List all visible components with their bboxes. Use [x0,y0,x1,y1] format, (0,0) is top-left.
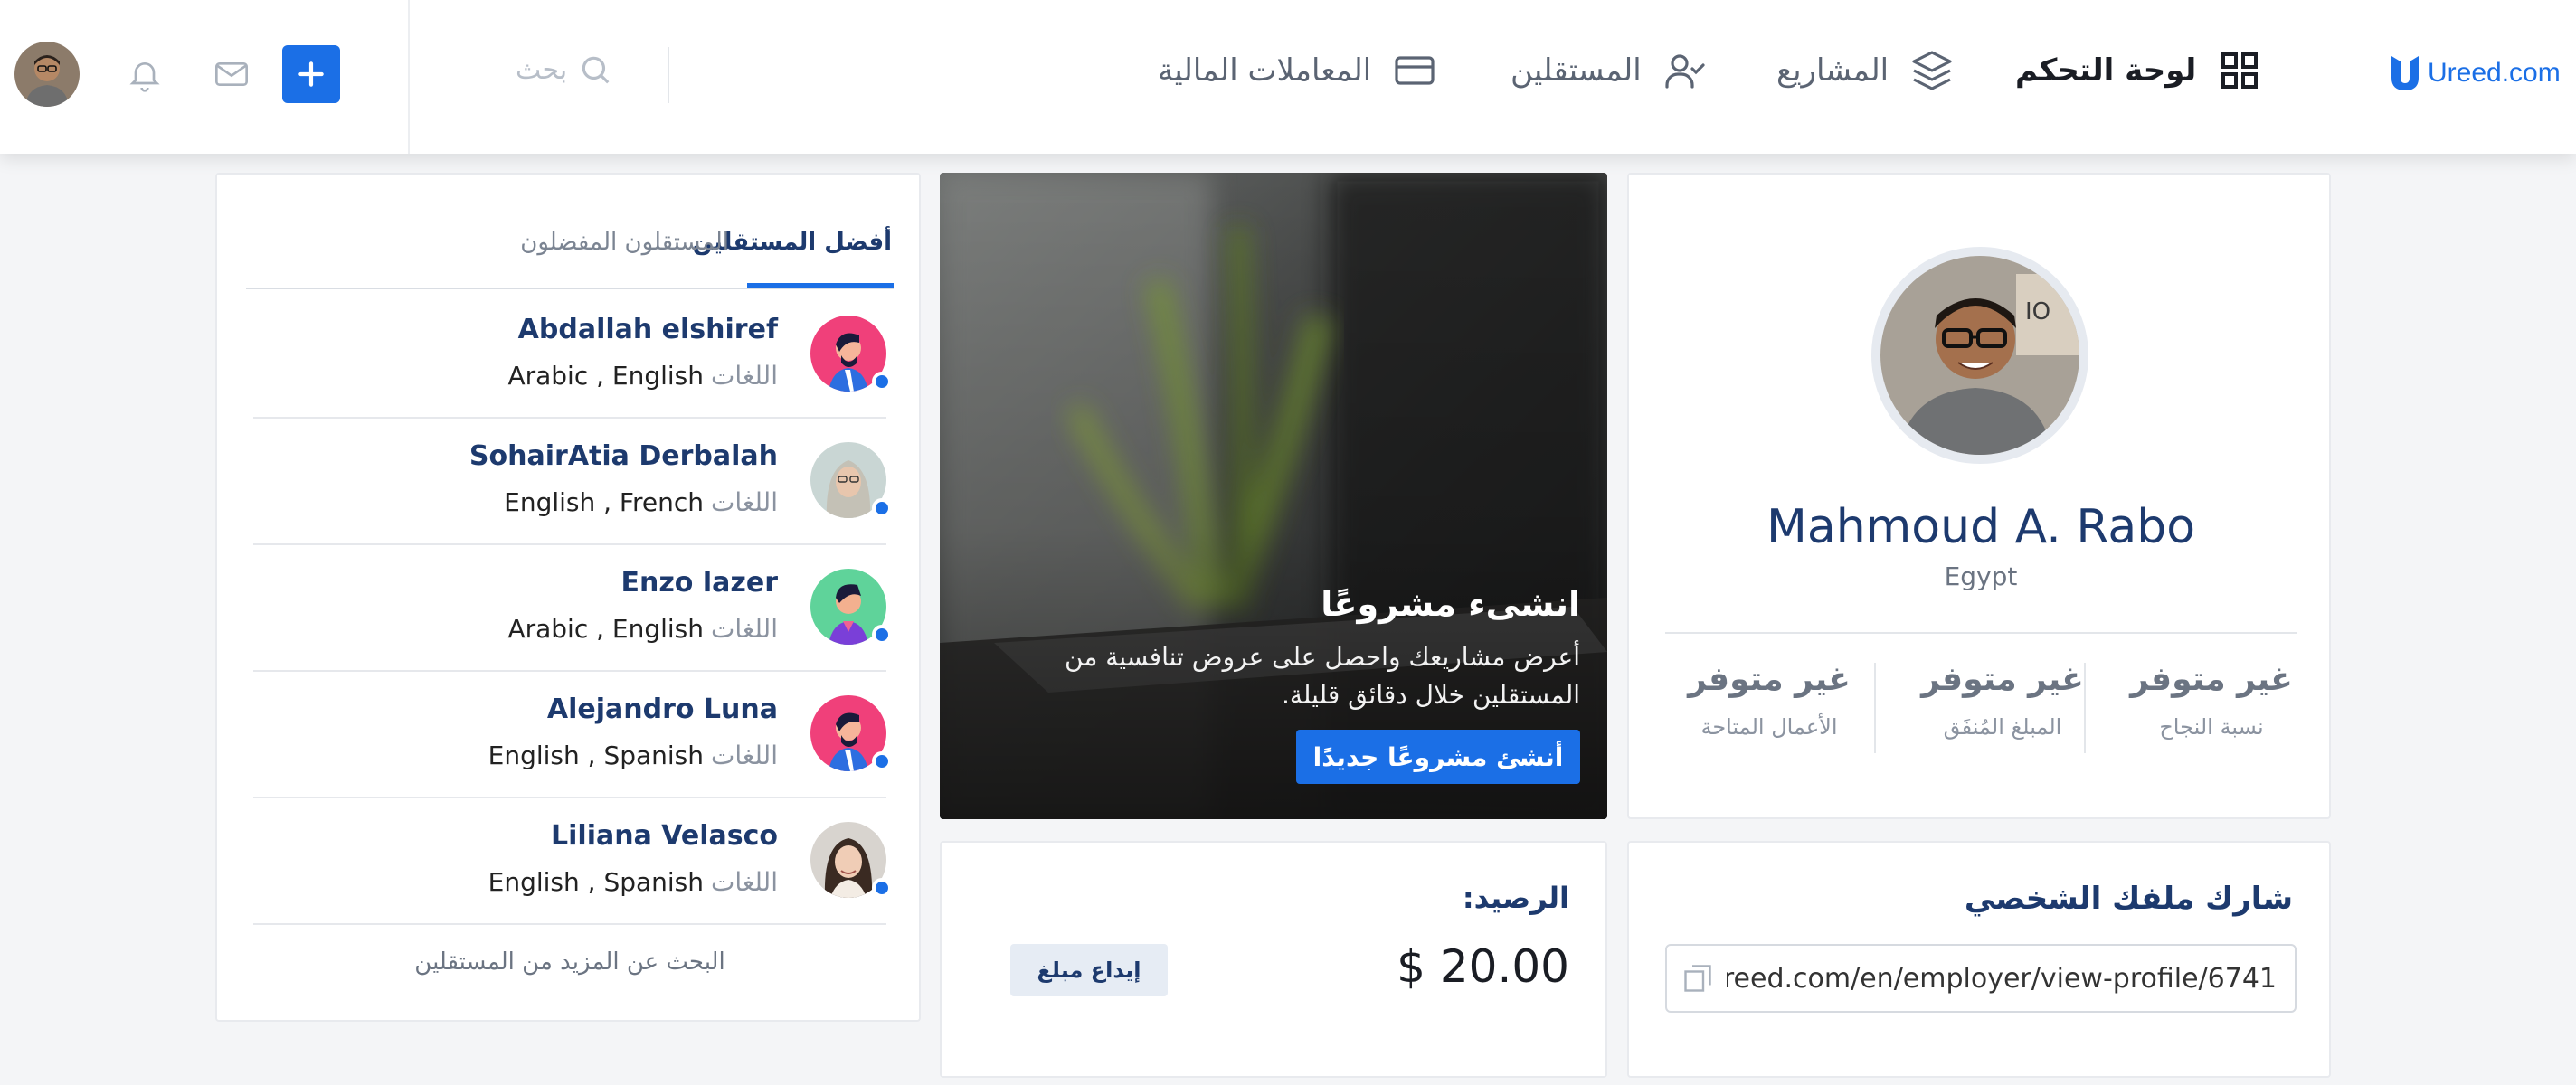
svg-text:IO: IO [2025,298,2050,326]
nav-dashboard-label: لوحة التحكم [2015,52,2197,89]
profile-name: Mahmoud A. Rabo [1766,500,2196,554]
freelancer-name[interactable]: Abdallah elshiref [518,314,778,345]
freelancer-row[interactable]: SohairAtia Derbalah English , French الل… [253,419,892,545]
balance-amount: $ 20.00 [1397,940,1569,993]
online-status-dot [872,372,892,392]
user-avatar-image [14,42,80,107]
add-new-button[interactable] [282,45,340,103]
online-status-dot [872,751,892,771]
languages-label: اللغات [711,741,778,770]
deposit-button[interactable]: إيداع مبلغ [1010,944,1168,996]
stat-divider [1874,663,1876,753]
nav-divider [668,47,669,103]
share-profile-card: شارك ملفك الشخصي https://ureed.com/en/em… [1627,841,2331,1078]
credit-card-icon [1395,56,1435,85]
stat-success-rate-value: غير متوفر [2130,661,2293,698]
stat-success-rate: غير متوفر نسبة النجاح [2107,661,2316,740]
balance-title: الرصيد: [1462,881,1569,915]
share-profile-title: شارك ملفك الشخصي [1964,881,2293,917]
freelancer-name[interactable]: Alejandro Luna [547,693,778,725]
nav-dashboard[interactable]: لوحة التحكم [2015,49,2261,92]
brand-logo[interactable]: Ureed.com [2388,52,2561,94]
nav-transactions[interactable]: المعاملات المالية [1158,49,1436,92]
freelancer-row[interactable]: Enzo lazer Arabic , English اللغات [253,545,892,672]
freelancers-card: أفضل المستقلين المستقلون المفضلون Abdall… [215,173,921,1022]
freelancer-languages: Arabic , English اللغات [507,614,778,644]
online-status-dot [872,878,892,898]
copy-icon[interactable] [1681,962,1714,995]
nav-transactions-label: المعاملات المالية [1158,52,1372,89]
freelancer-name[interactable]: SohairAtia Derbalah [469,440,778,472]
profile-country: Egypt [1944,561,2018,591]
profile-url-value: https://ureed.com/en/employer/view-profi… [1727,962,2277,995]
banner-description: أعرض مشاريعك واحصل على عروض تنافسية من ا… [1065,642,1580,710]
search-icon [582,56,610,84]
profile-card: IO Mahmoud A. Rabo Egypt غير متوفر نسبة … [1627,173,2331,819]
nav-projects[interactable]: المشاريع [1776,49,1954,92]
tab-favorite-freelancers[interactable]: المستقلون المفضلون [520,229,729,256]
banner-background-image [940,173,1607,819]
profile-photo: IO [1880,256,2079,455]
find-more-freelancers-link[interactable]: البحث عن المزيد من المستقلين [217,948,923,976]
user-check-icon [1665,54,1705,89]
nav-projects-label: المشاريع [1776,52,1889,89]
user-avatar[interactable] [14,42,80,107]
languages-value: English , Spanish [488,741,705,770]
languages-label: اللغات [711,361,778,391]
search-input[interactable]: بحث [516,52,612,87]
languages-label: اللغات [711,487,778,517]
ureed-logo-icon [2391,56,2419,90]
languages-value: Arabic , English [507,614,705,644]
freelancer-row[interactable]: Alejandro Luna English , Spanish اللغات [253,672,892,798]
freelancer-languages: English , Spanish اللغات [488,867,778,897]
stat-amount-spent-value: غير متوفر [1921,661,2084,698]
stat-success-rate-label: نسبة النجاح [2159,714,2264,740]
freelancer-row[interactable]: Liliana Velasco English , Spanish اللغات [253,798,892,925]
languages-value: Arabic , English [507,361,705,391]
freelancer-languages: English , French اللغات [504,487,778,517]
languages-label: اللغات [711,614,778,644]
search-placeholder: بحث [516,53,568,86]
create-project-banner: انشىء مشروعًا أعرض مشاريعك واحصل على عرو… [940,173,1607,819]
stat-open-jobs-label: الأعمال المتاحة [1700,714,1838,740]
stat-amount-spent: غير متوفر المبلغ المُنفَق [1899,661,2107,740]
active-tab-indicator [747,283,894,288]
grid-icon [2221,52,2259,89]
stat-open-jobs-value: غير متوفر [1688,661,1851,698]
row-divider [253,923,886,925]
top-navbar: Ureed.com لوحة التحكم المشاريع المستقلين… [0,0,2576,154]
freelancer-languages: English , Spanish اللغات [488,741,778,770]
header-divider [408,0,410,154]
languages-value: English , Spanish [488,867,705,897]
plus-icon [298,61,324,87]
layers-icon [1912,51,1952,90]
languages-value: English , French [504,487,705,517]
nav-freelancers-label: المستقلين [1511,52,1642,89]
languages-label: اللغات [711,867,778,897]
balance-card: الرصيد: $ 20.00 إيداع مبلغ [940,841,1607,1078]
freelancer-name[interactable]: Enzo lazer [621,567,779,599]
nav-freelancers[interactable]: المستقلين [1511,49,1707,92]
stat-amount-spent-label: المبلغ المُنفَق [1943,714,2062,740]
profile-avatar: IO [1871,247,2088,464]
bell-icon[interactable] [127,56,163,92]
freelancer-languages: Arabic , English اللغات [507,361,778,391]
profile-url-field[interactable]: https://ureed.com/en/employer/view-profi… [1665,944,2297,1013]
freelancer-name[interactable]: Liliana Velasco [551,820,778,852]
online-status-dot [872,625,892,645]
stat-open-jobs: غير متوفر الأعمال المتاحة [1665,661,1873,740]
online-status-dot [872,498,892,518]
banner-title: انشىء مشروعًا [1321,584,1580,624]
profile-divider [1665,632,2297,634]
freelancer-row[interactable]: Abdallah elshiref Arabic , English اللغا… [253,292,892,419]
logo-text: Ureed.com [2428,58,2561,88]
mail-icon[interactable] [213,56,250,92]
create-project-button[interactable]: أنشئ مشروعًا جديدًا [1296,730,1580,784]
